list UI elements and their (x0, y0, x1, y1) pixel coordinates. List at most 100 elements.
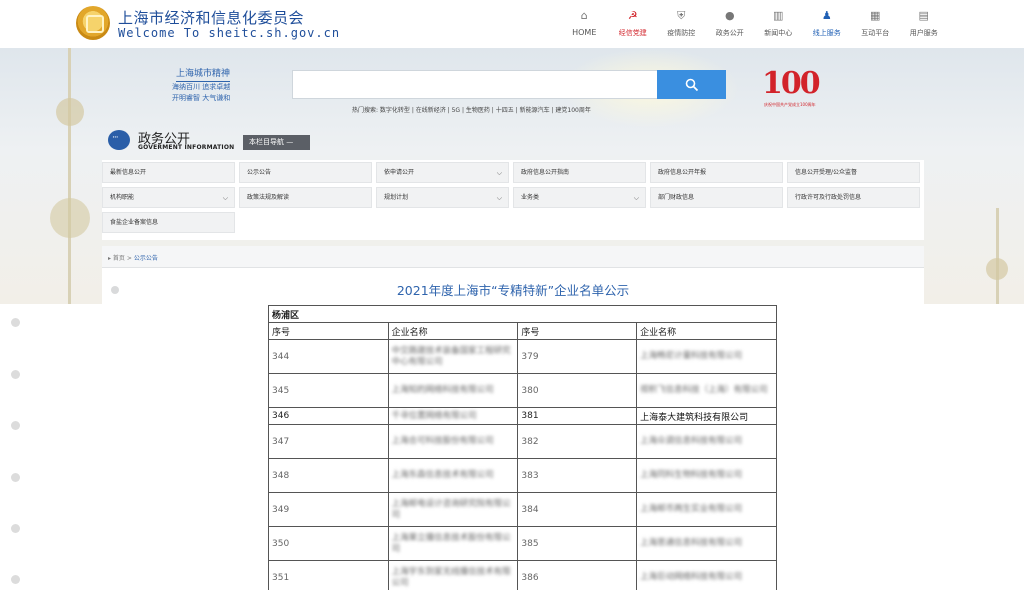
user-card-icon: ▤ (918, 9, 929, 22)
menu-item[interactable]: 政府信息公开年报 (650, 162, 783, 183)
company-name: 上海泰大建筑科技有限公司 (636, 407, 777, 425)
centenary-caption: 庆祝中国共产党成立100周年 (764, 102, 816, 107)
blurred-company-name: 上海众调信息科技有限公司 (640, 436, 743, 446)
blurred-company-name: 上海同科生物科技有限公司 (640, 470, 743, 480)
menu-item-label: 部门财政信息 (658, 194, 695, 201)
row-number: 351 (268, 560, 389, 590)
section-subtitle: GOVERMENT INFORMATION (138, 144, 235, 151)
menu-item-label: 依申请公开 (384, 169, 415, 176)
menu-item[interactable]: 信息公开受理/公众监督 (787, 162, 920, 183)
page-background: 上海城市精神 海纳百川 追求卓越 开明睿智 大气谦和 热门搜索: 数字化转型 |… (0, 48, 1024, 304)
nav-item-label: 用户服务 (909, 29, 938, 37)
column-header-no: 序号 (517, 322, 638, 340)
row-number: 350 (268, 526, 389, 561)
menu-item[interactable]: 规划计划 ⌵ (376, 187, 509, 208)
nav-item-1[interactable]: ☭ 经信党建 (609, 0, 658, 48)
site-title[interactable]: 上海市经济和信息化委员会 (118, 7, 304, 28)
nav-item-0[interactable]: ⌂ HOME (560, 0, 609, 48)
search-button[interactable] (657, 70, 726, 99)
top-header: 上海市经济和信息化委员会 Welcome To sheitc.sh.gov.cn… (0, 0, 1024, 48)
centenary-badge[interactable]: 100 庆祝中国共产党成立100周年 (762, 66, 826, 112)
menu-item[interactable]: 依申请公开 ⌵ (376, 162, 509, 183)
blurred-company-name: 千寻位置网络有限公司 (391, 410, 477, 421)
nav-item-label: HOME (572, 28, 597, 37)
chevron-down-icon: ⌵ (496, 194, 502, 202)
row-number: 345 (268, 373, 389, 408)
search-input[interactable] (292, 70, 658, 99)
nav-item-label: 疫情防控 (667, 29, 696, 37)
menu-item[interactable]: 食盐企业备案信息 (102, 212, 235, 233)
home-icon: ⌂ (580, 9, 588, 22)
menu-item-label: 机构职能 (110, 194, 135, 201)
menu-item[interactable]: 政府信息公开指南 (513, 162, 646, 183)
nav-item-label: 经信党建 (618, 29, 647, 37)
chevron-down-icon: ⌵ (496, 169, 502, 177)
main-nav: ⌂ HOME ☭ 经信党建 ⛨ 疫情防控 ● 政务公开 ▥ 新闻中心 ♟ 线上服务 ▦ 互动平台 ▤ 用户服务 (560, 0, 948, 48)
nav-item-label: 线上服务 (812, 29, 841, 37)
row-number: 349 (268, 492, 389, 527)
menu-item[interactable]: 部门财政信息 (650, 187, 783, 208)
menu-item[interactable]: 政策法规及解读 (239, 187, 372, 208)
nav-item-3[interactable]: ● 政务公开 (706, 0, 755, 48)
document-title: 2021年度上海市“专精特新”企业名单公示 (396, 283, 630, 298)
chevron-down-icon: ⌵ (633, 194, 639, 202)
menu-item-label: 政府信息公开年报 (658, 169, 707, 176)
nav-item-5[interactable]: ♟ 线上服务 (803, 0, 852, 48)
menu-item-label: 政策法规及解读 (247, 194, 290, 201)
site-logo[interactable] (76, 6, 110, 40)
blurred-company-name: 上海果立播信息技术股份有限公司 (391, 532, 511, 554)
hot-search-links[interactable]: 热门搜索: 数字化转型 | 在线新经济 | 5G | 生物医药 | 十四五 | … (352, 105, 591, 114)
city-spirit-title: 上海城市精神 (176, 66, 231, 82)
breadcrumb: ▸ 首页 > 公示公告 (108, 255, 158, 262)
row-number: 380 (517, 373, 638, 408)
menu-item-label: 公示公告 (247, 169, 272, 176)
nav-item-4[interactable]: ▥ 新闻中心 (754, 0, 803, 48)
binder-hole (11, 370, 20, 379)
site-subtitle: Welcome To sheitc.sh.gov.cn (118, 26, 341, 40)
nav-item-label: 新闻中心 (764, 29, 793, 37)
row-number: 346 (268, 407, 389, 425)
chat-icon: ● (724, 9, 735, 22)
menu-item[interactable]: 业务类 ⌵ (513, 187, 646, 208)
table-row: 350 上海果立播信息技术股份有限公司 385 上海思通信息科技有限公司 (268, 526, 777, 561)
blurred-company-name: 上海思通信息科技有限公司 (640, 538, 743, 548)
breadcrumb-home[interactable]: 首页 (113, 255, 125, 262)
breadcrumb-separator: > (126, 255, 132, 262)
row-number: 347 (268, 424, 389, 459)
blurred-company-name: 上海邮电设计咨询研究院有限公司 (391, 498, 511, 520)
menu-item[interactable]: 公示公告 (239, 162, 372, 183)
row-number: 382 (517, 424, 638, 459)
blurred-company-name: 上海巨动网络科技有限公司 (640, 572, 743, 582)
binder-hole (11, 473, 20, 482)
row-number: 348 (268, 458, 389, 493)
blurred-company-name: 上海畅尼计量科技有限公司 (640, 351, 743, 361)
chat-bubble-icon (108, 130, 130, 150)
nav-item-2[interactable]: ⛨ 疫情防控 (657, 0, 706, 48)
grid-icon: ▦ (870, 9, 881, 22)
nav-item-7[interactable]: ▤ 用户服务 (900, 0, 949, 48)
menu-item[interactable]: 最新信息公开 (102, 162, 235, 183)
table-row: 351 上海宇东到家无线播信技术有限公司 386 上海巨动网络科技有限公司 (268, 560, 777, 590)
nav-item-6[interactable]: ▦ 互动平台 (851, 0, 900, 48)
section-nav-toggle[interactable]: 本栏目导航 — (243, 135, 310, 150)
menu-item[interactable]: 行政许可及行政处罚信息 (787, 187, 920, 208)
blurred-company-name: 中交路建技术装备国家工程研究中心有限公司 (391, 345, 511, 367)
breadcrumb-current[interactable]: 公示公告 (134, 255, 158, 262)
table-row: 347 上海合可科技股份有限公司 382 上海众调信息科技有限公司 (268, 424, 777, 459)
table-row: 346 千寻位置网络有限公司 381 上海泰大建筑科技有限公司 (268, 407, 777, 425)
blurred-company-name: 上海邮币两生实业有限公司 (640, 504, 743, 514)
column-header-no: 序号 (268, 322, 389, 340)
menu-item[interactable]: 机构职能 ⌵ (102, 187, 235, 208)
search-icon (685, 78, 698, 91)
table-row: 344 中交路建技术装备国家工程研究中心有限公司 379 上海畅尼计量科技有限公司 (268, 339, 777, 374)
blurred-company-name: 上海知的网络科技有限公司 (391, 385, 494, 395)
enterprise-table: 杨浦区 序号 企业名称 序号 企业名称 344 中交路建技术装备国家工程研究中心有… (268, 305, 777, 590)
menu-item-label: 最新信息公开 (110, 169, 147, 176)
city-spirit-line-2: 开明睿智 大气谦和 (172, 94, 231, 102)
binder-hole (11, 421, 20, 430)
breadcrumb-bar (102, 246, 924, 268)
left-tower-illustration (40, 48, 100, 304)
section-menu: 最新信息公开 公示公告 依申请公开 ⌵ 政府信息公开指南 政府信息公开年报 信息公开受理/公… (102, 160, 924, 240)
city-spirit-line-1: 海纳百川 追求卓越 (172, 83, 231, 91)
chevron-down-icon: ⌵ (222, 194, 228, 202)
